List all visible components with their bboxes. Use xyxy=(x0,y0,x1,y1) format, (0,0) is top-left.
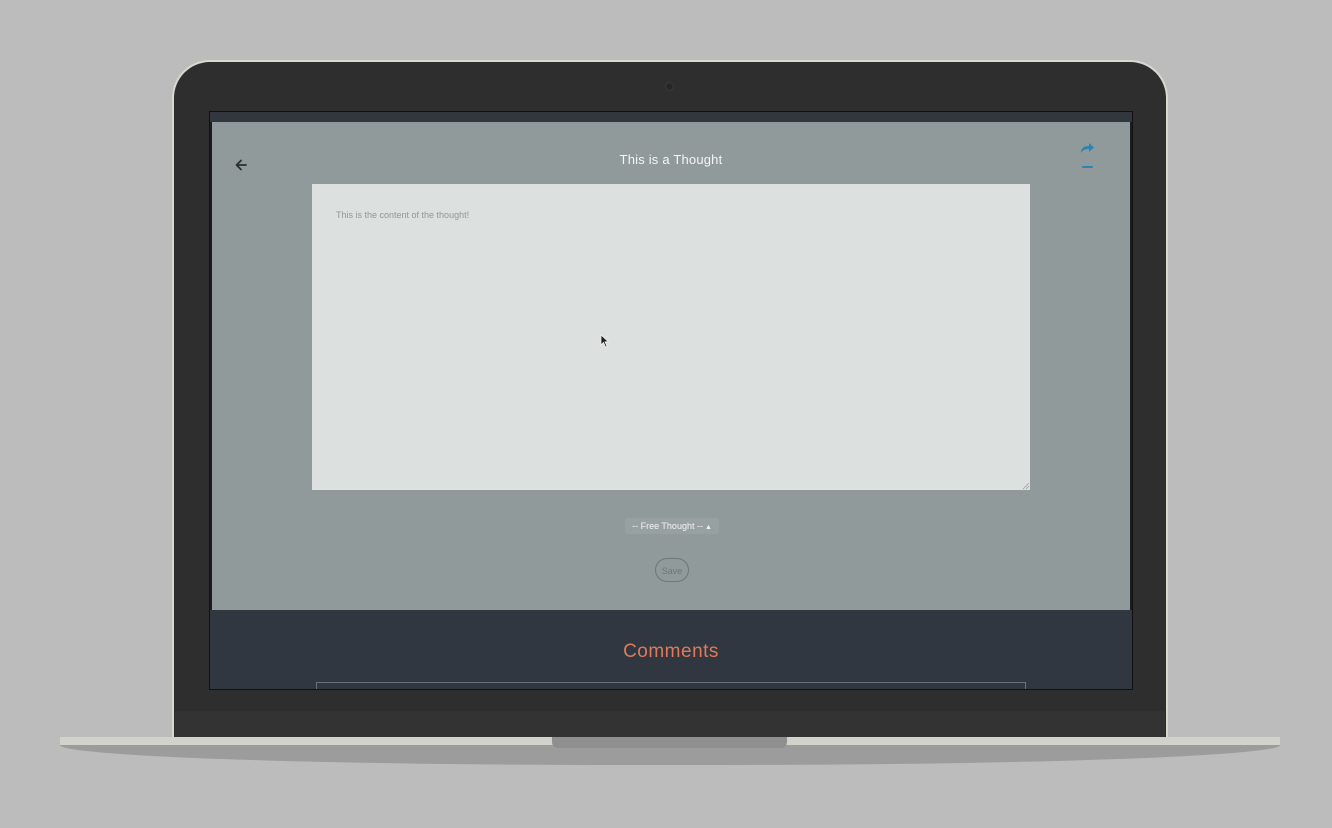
select-arrows-icon: ▲︎ xyxy=(704,524,712,531)
camera xyxy=(665,82,674,91)
thought-panel: This is a Thought This is the content of… xyxy=(212,122,1130,610)
resize-grip-icon[interactable] xyxy=(1022,482,1030,490)
category-select-value: -- Free Thought -- xyxy=(632,521,703,531)
comments-title: Comments xyxy=(623,641,719,662)
laptop-notch xyxy=(552,737,787,748)
laptop-hinge xyxy=(175,711,1165,737)
comments-section: Comments xyxy=(210,610,1132,689)
thought-content-editor[interactable]: This is the content of the thought! xyxy=(312,184,1030,490)
laptop-base-shadow xyxy=(60,745,1280,765)
minus-button[interactable] xyxy=(1078,162,1096,172)
save-button[interactable]: Save xyxy=(655,558,689,582)
top-strip xyxy=(210,112,1132,122)
page-title: This is a Thought xyxy=(619,152,723,167)
share-icon xyxy=(1081,143,1094,153)
screen: This is a Thought This is the content of… xyxy=(209,111,1133,690)
share-button[interactable] xyxy=(1078,140,1096,156)
comment-input[interactable] xyxy=(316,682,1026,689)
mouse-cursor-icon xyxy=(600,334,610,348)
category-select[interactable]: -- Free Thought -- ▲︎ xyxy=(625,518,719,534)
